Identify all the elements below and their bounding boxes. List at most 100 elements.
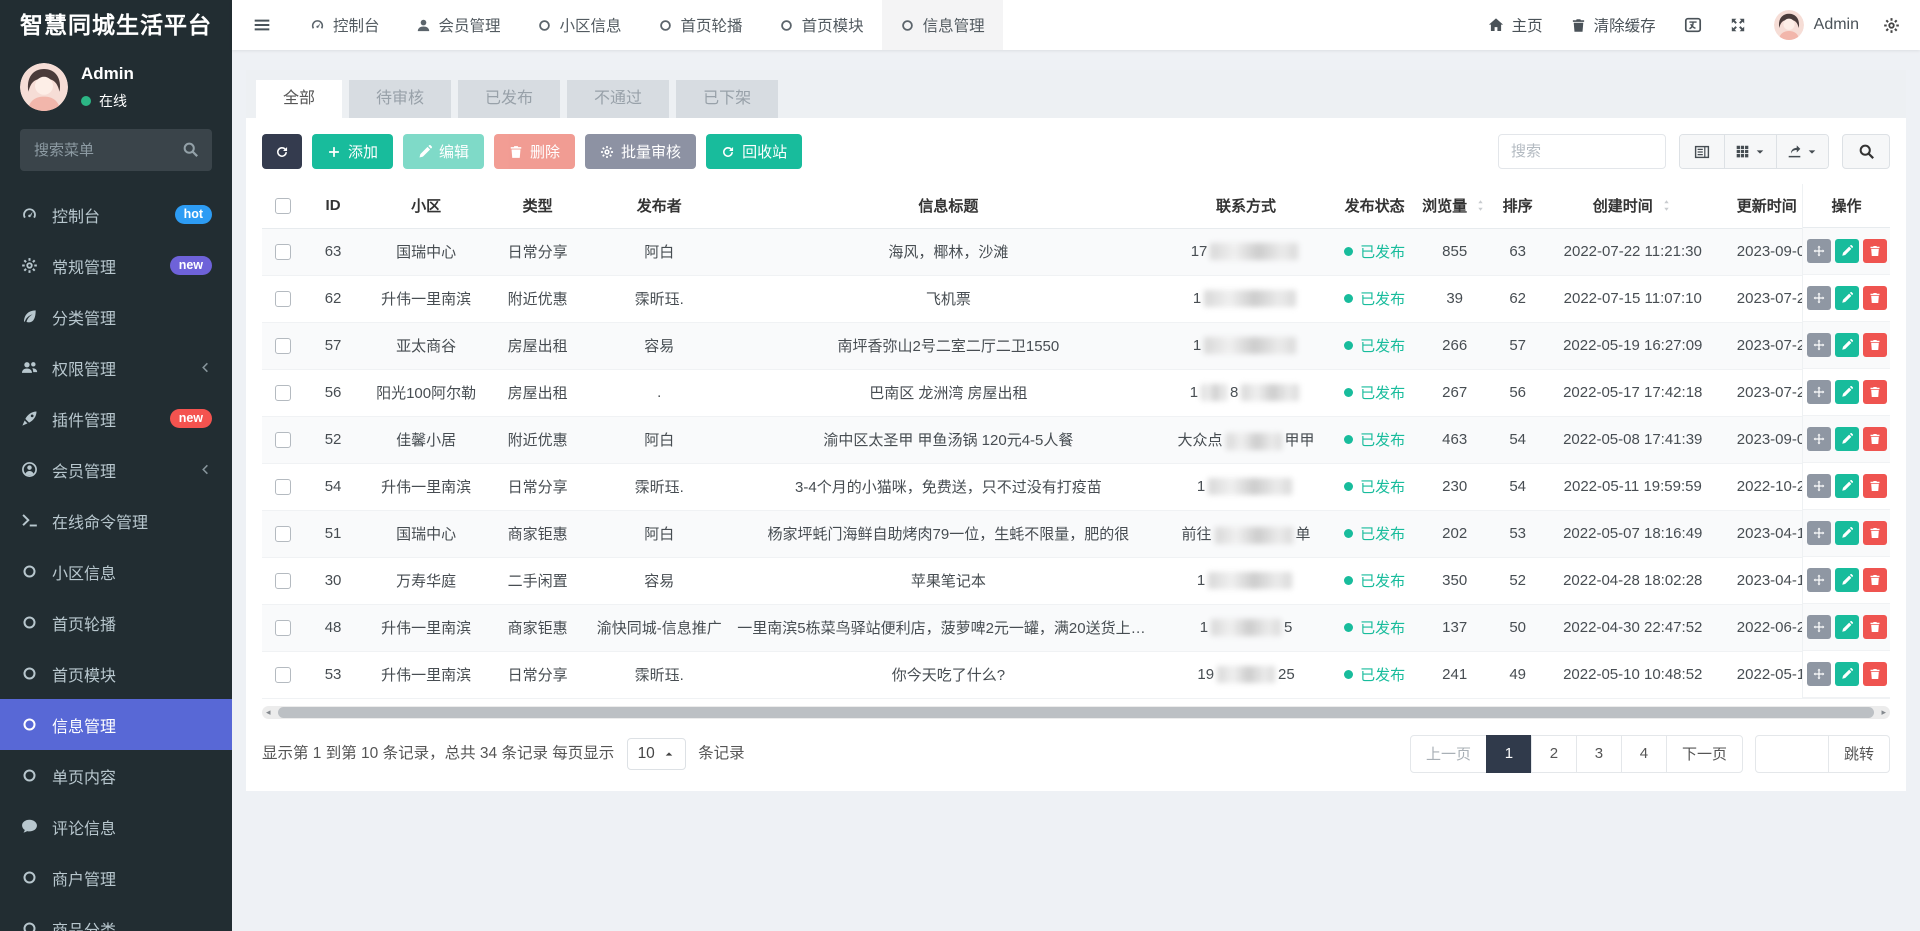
edit-row-button[interactable] — [1835, 286, 1859, 310]
add-button[interactable]: 添加 — [312, 134, 393, 169]
delete-row-button[interactable] — [1863, 521, 1887, 545]
edit-row-button[interactable] — [1835, 333, 1859, 357]
sidebar-item-page[interactable]: 单页内容 — [0, 750, 232, 801]
row-checkbox[interactable] — [275, 526, 291, 542]
export-button[interactable] — [1777, 135, 1828, 168]
row-checkbox[interactable] — [275, 244, 291, 260]
settings-gear-button[interactable] — [1873, 17, 1920, 34]
table-search-input[interactable] — [1498, 134, 1666, 169]
edit-row-button[interactable] — [1835, 427, 1859, 451]
filter-tab-1[interactable]: 待审核 — [349, 80, 451, 118]
row-checkbox[interactable] — [275, 620, 291, 636]
delete-row-button[interactable] — [1863, 239, 1887, 263]
delete-button[interactable]: 删除 — [494, 134, 575, 169]
drag-move-button[interactable] — [1807, 662, 1831, 686]
detail-view-button[interactable] — [1680, 135, 1725, 168]
recycle-button[interactable]: 回收站 — [706, 134, 802, 169]
row-checkbox[interactable] — [275, 479, 291, 495]
row-checkbox[interactable] — [275, 573, 291, 589]
drag-move-button[interactable] — [1807, 615, 1831, 639]
sidebar-item-addon[interactable]: 插件管理new — [0, 393, 232, 444]
sidebar-item-goods[interactable]: 商品分类 — [0, 903, 232, 931]
row-checkbox[interactable] — [275, 338, 291, 354]
search-submit-button[interactable] — [1842, 134, 1890, 169]
edit-row-button[interactable] — [1835, 521, 1859, 545]
jump-page-input[interactable] — [1755, 735, 1829, 773]
page-button-2[interactable]: 2 — [1531, 735, 1577, 773]
sort-toggle[interactable] — [1660, 199, 1673, 212]
drag-move-button[interactable] — [1807, 521, 1831, 545]
clear-cache-link[interactable]: 清除缓存 — [1557, 0, 1670, 50]
drag-move-button[interactable] — [1807, 568, 1831, 592]
delete-row-button[interactable] — [1863, 333, 1887, 357]
delete-row-button[interactable] — [1863, 427, 1887, 451]
page-button-4[interactable]: 4 — [1621, 735, 1667, 773]
delete-row-button[interactable] — [1863, 615, 1887, 639]
delete-row-button[interactable] — [1863, 568, 1887, 592]
navbar-tab-community[interactable]: 小区信息 — [519, 0, 640, 50]
sidebar-item-community[interactable]: 小区信息 — [0, 546, 232, 597]
delete-row-button[interactable] — [1863, 474, 1887, 498]
sidebar-item-member[interactable]: 会员管理 — [0, 444, 232, 495]
sidebar-item-info[interactable]: 信息管理 — [0, 699, 232, 750]
sidebar-item-command[interactable]: 在线命令管理 — [0, 495, 232, 546]
navbar-tab-module[interactable]: 首页模块 — [761, 0, 882, 50]
refresh-button[interactable] — [262, 134, 302, 169]
edit-row-button[interactable] — [1835, 662, 1859, 686]
row-checkbox[interactable] — [275, 291, 291, 307]
prev-page-button[interactable]: 上一页 — [1410, 735, 1487, 773]
next-page-button[interactable]: 下一页 — [1666, 735, 1743, 773]
delete-row-button[interactable] — [1863, 662, 1887, 686]
filter-tab-4[interactable]: 已下架 — [676, 80, 778, 118]
edit-row-button[interactable] — [1835, 568, 1859, 592]
sidebar-item-comment[interactable]: 评论信息 — [0, 801, 232, 852]
sidebar-item-dashboard[interactable]: 控制台hot — [0, 189, 232, 240]
sidebar-item-banner[interactable]: 首页轮播 — [0, 597, 232, 648]
edit-row-button[interactable] — [1835, 380, 1859, 404]
navbar-tab-info[interactable]: 信息管理 — [882, 0, 1003, 50]
drag-move-button[interactable] — [1807, 333, 1831, 357]
home-link[interactable]: 主页 — [1474, 0, 1557, 50]
edit-row-button[interactable] — [1835, 239, 1859, 263]
delete-row-button[interactable] — [1863, 286, 1887, 310]
drag-move-button[interactable] — [1807, 474, 1831, 498]
navbar-tab-banner[interactable]: 首页轮播 — [640, 0, 761, 50]
drag-move-button[interactable] — [1807, 239, 1831, 263]
language-button[interactable] — [1670, 0, 1716, 50]
fullscreen-button[interactable] — [1716, 0, 1760, 50]
navbar-user-menu[interactable]: Admin — [1760, 0, 1873, 50]
drag-move-button[interactable] — [1807, 286, 1831, 310]
select-all-checkbox[interactable] — [275, 198, 291, 214]
filter-tab-3[interactable]: 不通过 — [567, 80, 669, 118]
audit-button[interactable]: 批量审核 — [585, 134, 696, 169]
navbar-tab-member[interactable]: 会员管理 — [398, 0, 519, 50]
drag-move-button[interactable] — [1807, 427, 1831, 451]
filter-tab-0[interactable]: 全部 — [256, 80, 342, 118]
edit-row-button[interactable] — [1835, 615, 1859, 639]
edit-row-button[interactable] — [1835, 474, 1859, 498]
page-button-3[interactable]: 3 — [1576, 735, 1622, 773]
columns-toggle-button[interactable] — [1725, 135, 1777, 168]
sidebar-item-merchant[interactable]: 商户管理 — [0, 852, 232, 903]
sidebar-item-general[interactable]: 常规管理new — [0, 240, 232, 291]
sort-toggle[interactable] — [1474, 199, 1487, 212]
contact-text: 1 — [1190, 384, 1198, 401]
row-checkbox[interactable] — [275, 385, 291, 401]
delete-row-button[interactable] — [1863, 380, 1887, 404]
horizontal-scrollbar[interactable]: ◂ ▸ — [262, 706, 1890, 719]
navbar-tab-dashboard[interactable]: 控制台 — [292, 0, 398, 50]
sidebar-item-auth[interactable]: 权限管理 — [0, 342, 232, 393]
filter-tab-2[interactable]: 已发布 — [458, 80, 560, 118]
redacted-contact — [1217, 666, 1275, 683]
scrollbar-thumb[interactable] — [278, 707, 1874, 718]
page-size-select[interactable]: 10 — [627, 738, 686, 770]
row-checkbox[interactable] — [275, 667, 291, 683]
jump-button[interactable]: 跳转 — [1829, 735, 1890, 773]
sidebar-item-category[interactable]: 分类管理 — [0, 291, 232, 342]
page-button-1[interactable]: 1 — [1486, 735, 1532, 773]
hamburger-menu-button[interactable] — [232, 0, 292, 50]
edit-button[interactable]: 编辑 — [403, 134, 484, 169]
row-checkbox[interactable] — [275, 432, 291, 448]
sidebar-item-module[interactable]: 首页模块 — [0, 648, 232, 699]
drag-move-button[interactable] — [1807, 380, 1831, 404]
